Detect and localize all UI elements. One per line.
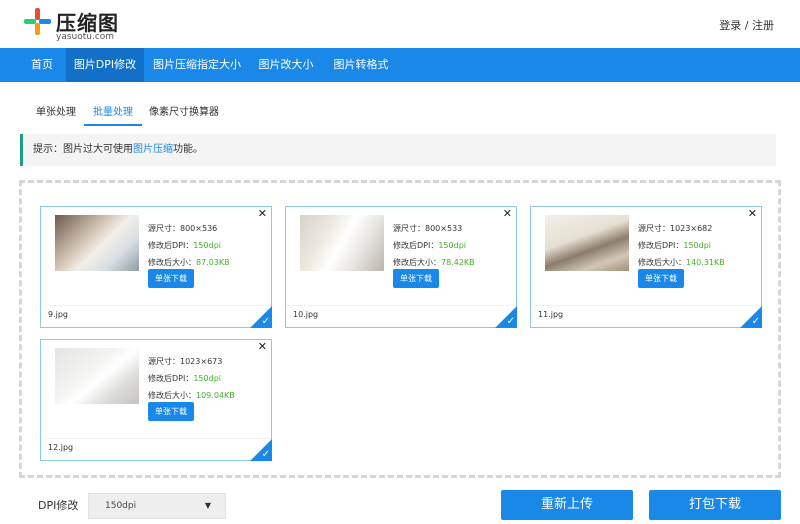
image-thumbnail (300, 215, 384, 271)
card-divider (286, 305, 516, 306)
image-thumbnail (55, 215, 139, 271)
new-size-label: 修改后大小： (148, 258, 196, 267)
tip-bar: 提示：图片过大可使用图片压缩功能。 (20, 134, 776, 166)
close-icon[interactable]: ✕ (258, 207, 267, 220)
orig-size-label: 源尺寸： (638, 224, 670, 233)
tip-compress-link[interactable]: 图片压缩 (133, 144, 173, 155)
caret-down-icon: ▼ (204, 501, 211, 510)
nav-home[interactable]: 首页 (18, 48, 66, 82)
check-icon: ✓ (495, 306, 517, 328)
file-name: 10.jpg (293, 310, 319, 319)
new-size-label: 修改后大小： (638, 258, 686, 267)
new-size-label: 修改后大小： (393, 258, 441, 267)
tip-suffix: 功能。 (173, 144, 203, 155)
image-info: 源尺寸：800×536 修改后DPI：150dpi 修改后大小：87.03KB (148, 220, 230, 271)
orig-size-value: 1023×673 (180, 357, 223, 366)
sub-tabs: 单张处理 批量处理 像素尺寸换算器 (20, 100, 780, 126)
image-card: ✕ 源尺寸：1023×673 修改后DPI：150dpi 修改后大小：109.0… (40, 339, 272, 461)
file-name: 12.jpg (48, 443, 74, 452)
file-name: 11.jpg (538, 310, 564, 319)
image-card: ✕ 源尺寸：1023×682 修改后DPI：150dpi 修改后大小：140.3… (530, 206, 762, 328)
auth-links: 登录 / 注册 (719, 17, 774, 33)
tab-batch[interactable]: 批量处理 (84, 100, 142, 126)
dpi-label: 修改后DPI： (393, 241, 439, 250)
nav-compress-size[interactable]: 图片压缩指定大小 (148, 48, 246, 82)
register-link[interactable]: 注册 (752, 19, 774, 32)
dpi-label: 修改后DPI： (148, 374, 194, 383)
image-info: 源尺寸：1023×682 修改后DPI：150dpi 修改后大小：140.31K… (638, 220, 725, 271)
logo[interactable]: 压缩图 yasuotu.com (24, 8, 174, 44)
close-icon[interactable]: ✕ (503, 207, 512, 220)
new-size-value: 109.04KB (196, 391, 235, 400)
dpi-label: 修改后DPI： (148, 241, 194, 250)
single-download-button[interactable]: 单张下载 (148, 402, 194, 421)
dpi-select-value: 150dpi (105, 501, 137, 511)
orig-size-value: 800×536 (180, 224, 218, 233)
image-info: 源尺寸：1023×673 修改后DPI：150dpi 修改后大小：109.04K… (148, 353, 235, 404)
dpi-select[interactable]: 150dpi ▼ (88, 493, 226, 519)
dpi-value: 150dpi (193, 374, 221, 383)
single-download-button[interactable]: 单张下载 (638, 269, 684, 288)
image-card: ✕ 源尺寸：800×536 修改后DPI：150dpi 修改后大小：87.03K… (40, 206, 272, 328)
new-size-label: 修改后大小： (148, 391, 196, 400)
nav-dpi-modify[interactable]: 图片DPI修改 (66, 48, 144, 82)
reupload-button[interactable]: 重新上传 (501, 490, 633, 520)
auth-separator: / (741, 19, 752, 32)
new-size-value: 78.42KB (441, 258, 475, 267)
main-nav: 首页 图片DPI修改 图片压缩指定大小 图片改大小 图片转格式 (0, 48, 800, 82)
close-icon[interactable]: ✕ (748, 207, 757, 220)
login-link[interactable]: 登录 (719, 19, 741, 32)
orig-size-label: 源尺寸： (148, 224, 180, 233)
dpi-value: 150dpi (193, 241, 221, 250)
card-divider (41, 438, 271, 439)
new-size-value: 87.03KB (196, 258, 230, 267)
orig-size-label: 源尺寸： (393, 224, 425, 233)
header: 压缩图 yasuotu.com 登录 / 注册 (0, 0, 800, 48)
image-card: ✕ 源尺寸：800×533 修改后DPI：150dpi 修改后大小：78.42K… (285, 206, 517, 328)
card-divider (41, 305, 271, 306)
check-icon: ✓ (250, 439, 272, 461)
image-info: 源尺寸：800×533 修改后DPI：150dpi 修改后大小：78.42KB (393, 220, 475, 271)
new-size-value: 140.31KB (686, 258, 725, 267)
logo-subtitle: yasuotu.com (56, 32, 115, 42)
image-thumbnail (55, 348, 139, 404)
upload-area[interactable]: ✕ 源尺寸：800×536 修改后DPI：150dpi 修改后大小：87.03K… (19, 180, 781, 478)
dpi-modify-label: DPI修改 (38, 499, 79, 512)
image-thumbnail (545, 215, 629, 271)
logo-cross-icon (24, 8, 51, 35)
tab-single[interactable]: 单张处理 (28, 100, 84, 126)
dpi-value: 150dpi (438, 241, 466, 250)
dpi-value: 150dpi (683, 241, 711, 250)
orig-size-label: 源尺寸： (148, 357, 180, 366)
dpi-label: 修改后DPI： (638, 241, 684, 250)
orig-size-value: 1023×682 (670, 224, 713, 233)
check-icon: ✓ (250, 306, 272, 328)
pack-download-button[interactable]: 打包下载 (649, 490, 781, 520)
file-name: 9.jpg (48, 310, 69, 319)
tab-pixel-converter[interactable]: 像素尺寸换算器 (146, 100, 222, 126)
check-icon: ✓ (740, 306, 762, 328)
nav-convert-format[interactable]: 图片转格式 (326, 48, 396, 82)
tip-prefix: 提示：图片过大可使用 (33, 144, 133, 155)
single-download-button[interactable]: 单张下载 (148, 269, 194, 288)
nav-resize[interactable]: 图片改大小 (250, 48, 322, 82)
single-download-button[interactable]: 单张下载 (393, 269, 439, 288)
close-icon[interactable]: ✕ (258, 340, 267, 353)
card-divider (531, 305, 761, 306)
orig-size-value: 800×533 (425, 224, 463, 233)
